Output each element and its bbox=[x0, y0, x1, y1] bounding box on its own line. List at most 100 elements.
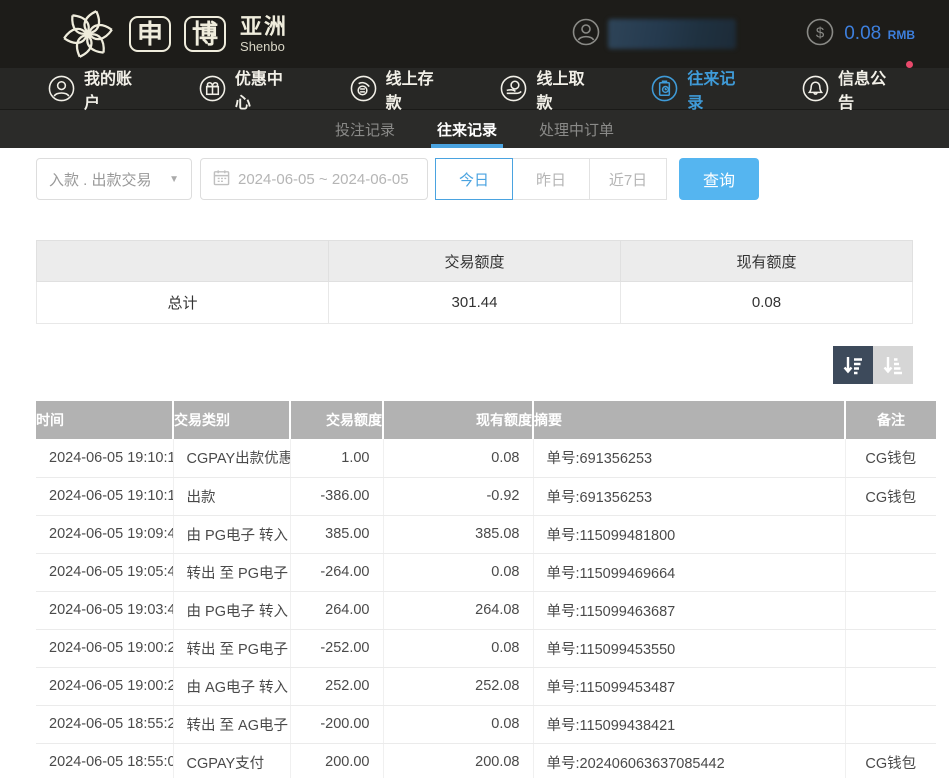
tab-pending-orders[interactable]: 处理中订单 bbox=[525, 110, 628, 148]
cell-amount: 264.00 bbox=[290, 591, 383, 629]
transactions-header-row: 时间 交易类别 交易额度 现有额度 摘要 备注 bbox=[36, 401, 936, 439]
summary-total-transaction: 301.44 bbox=[329, 282, 621, 324]
transaction-type-select[interactable]: 入款 . 出款交易 ▼ bbox=[36, 158, 192, 200]
logo-subtitle: Shenbo bbox=[240, 40, 288, 53]
date-range-input[interactable]: 2024-06-05 ~ 2024-06-05 bbox=[200, 158, 428, 200]
nav-label: 优惠中心 bbox=[235, 65, 298, 113]
cell-balance: 0.08 bbox=[383, 553, 533, 591]
nav-label: 我的账户 bbox=[84, 65, 147, 113]
cell-amount: 200.00 bbox=[290, 743, 383, 778]
cell-summary: 单号:202406063637085442 bbox=[533, 743, 845, 778]
tab-transaction-records[interactable]: 往来记录 bbox=[423, 110, 511, 148]
summary-total-row: 总计 301.44 0.08 bbox=[37, 282, 913, 324]
cell-amount: 252.00 bbox=[290, 667, 383, 705]
sort-descending-button[interactable] bbox=[833, 346, 873, 384]
withdraw-icon: $ bbox=[500, 75, 527, 102]
nav-item-transaction-records[interactable]: 往来记录 bbox=[651, 65, 750, 113]
cell-type: CGPAY出款优惠 bbox=[173, 439, 290, 477]
cell-time: 2024-06-05 19:03:42 bbox=[36, 591, 173, 629]
cell-time: 2024-06-05 19:00:23 bbox=[36, 629, 173, 667]
cell-summary: 单号:115099453550 bbox=[533, 629, 845, 667]
cell-note bbox=[845, 553, 936, 591]
balance-chip[interactable]: $ 0.08 RMB bbox=[806, 18, 915, 51]
col-header-amount: 交易额度 bbox=[290, 401, 383, 439]
cell-type: 转出 至 AG电子 bbox=[173, 705, 290, 743]
sub-nav-tabs: 投注记录 往来记录 处理中订单 bbox=[0, 110, 949, 148]
cell-note bbox=[845, 629, 936, 667]
user-icon bbox=[572, 18, 600, 51]
user-icon bbox=[48, 75, 75, 102]
cell-summary: 单号:115099469664 bbox=[533, 553, 845, 591]
cell-note bbox=[845, 667, 936, 705]
nav-item-promotions[interactable]: 优惠中心 bbox=[199, 65, 298, 113]
nav-item-withdraw[interactable]: $ 线上取款 bbox=[500, 65, 599, 113]
table-row: 2024-06-05 19:00:22 由 AG电子 转入 252.00 252… bbox=[36, 667, 936, 705]
cell-amount: 1.00 bbox=[290, 439, 383, 477]
query-button[interactable]: 查询 bbox=[679, 158, 759, 200]
site-logo[interactable]: 申 博 亚洲 Shenbo bbox=[60, 6, 288, 62]
cell-type: 由 PG电子 转入 bbox=[173, 515, 290, 553]
main-nav: 我的账户 优惠中心 线上存款 $ 线上取款 bbox=[0, 68, 949, 110]
table-row: 2024-06-05 19:00:23 转出 至 PG电子 -252.00 0.… bbox=[36, 629, 936, 667]
nav-item-my-account[interactable]: 我的账户 bbox=[48, 65, 147, 113]
bell-icon bbox=[802, 75, 829, 102]
cell-amount: -386.00 bbox=[290, 477, 383, 515]
logo-region: 亚洲 bbox=[240, 16, 288, 38]
transaction-type-value: 入款 . 出款交易 bbox=[49, 169, 152, 190]
deposit-icon bbox=[350, 75, 377, 102]
table-row: 2024-06-05 18:55:08 CGPAY支付 200.00 200.0… bbox=[36, 743, 936, 778]
cell-balance: -0.92 bbox=[383, 477, 533, 515]
transactions-body: 2024-06-05 19:10:14 CGPAY出款优惠 1.00 0.08 … bbox=[36, 439, 936, 778]
yesterday-button[interactable]: 昨日 bbox=[512, 158, 590, 200]
cell-balance: 264.08 bbox=[383, 591, 533, 629]
cell-summary: 单号:115099463687 bbox=[533, 591, 845, 629]
quick-date-group: 今日 昨日 近7日 bbox=[436, 158, 667, 200]
today-button[interactable]: 今日 bbox=[435, 158, 513, 200]
balance-amount: 0.08 bbox=[844, 23, 881, 44]
cell-summary: 单号:115099453487 bbox=[533, 667, 845, 705]
cell-balance: 200.08 bbox=[383, 743, 533, 778]
col-header-summary: 摘要 bbox=[533, 401, 845, 439]
col-header-note: 备注 bbox=[845, 401, 936, 439]
summary-header-transaction: 交易额度 bbox=[329, 241, 621, 282]
logo-region-block: 亚洲 Shenbo bbox=[240, 16, 288, 53]
table-row: 2024-06-05 19:10:14 CGPAY出款优惠 1.00 0.08 … bbox=[36, 439, 936, 477]
transactions-table: 时间 交易类别 交易额度 现有额度 摘要 备注 2024-06-05 19:10… bbox=[36, 401, 936, 778]
nav-item-deposit[interactable]: 线上存款 bbox=[350, 65, 449, 113]
cell-summary: 单号:115099438421 bbox=[533, 705, 845, 743]
summary-header-empty bbox=[37, 241, 329, 282]
nav-label: 往来记录 bbox=[687, 65, 750, 113]
sort-ascending-button[interactable] bbox=[873, 346, 913, 384]
cell-balance: 385.08 bbox=[383, 515, 533, 553]
cell-type: 由 AG电子 转入 bbox=[173, 667, 290, 705]
logo-char-2: 博 bbox=[184, 16, 226, 52]
dollar-coin-icon: $ bbox=[806, 18, 834, 51]
cell-note bbox=[845, 515, 936, 553]
cell-type: 转出 至 PG电子 bbox=[173, 629, 290, 667]
records-icon bbox=[651, 75, 678, 102]
last7days-button[interactable]: 近7日 bbox=[589, 158, 667, 200]
logo-char-1: 申 bbox=[129, 16, 171, 52]
nav-label: 信息公告 bbox=[838, 65, 901, 113]
cell-time: 2024-06-05 19:10:14 bbox=[36, 439, 173, 477]
sort-controls bbox=[36, 346, 913, 384]
cell-note bbox=[845, 705, 936, 743]
nav-item-announcements[interactable]: 信息公告 bbox=[802, 65, 901, 113]
cell-type: 由 PG电子 转入 bbox=[173, 591, 290, 629]
user-account-chip[interactable] bbox=[572, 18, 736, 51]
cell-summary: 单号:691356253 bbox=[533, 477, 845, 515]
date-range-value: 2024-06-05 ~ 2024-06-05 bbox=[238, 171, 409, 188]
gift-icon bbox=[199, 75, 226, 102]
table-row: 2024-06-05 18:55:22 转出 至 AG电子 -200.00 0.… bbox=[36, 705, 936, 743]
cell-amount: 385.00 bbox=[290, 515, 383, 553]
cell-amount: -264.00 bbox=[290, 553, 383, 591]
cell-balance: 0.08 bbox=[383, 629, 533, 667]
notification-badge-dot bbox=[906, 61, 913, 68]
col-header-type: 交易类别 bbox=[173, 401, 290, 439]
filter-row: 入款 . 出款交易 ▼ 2024-06-05 ~ 2024-06-05 今日 昨… bbox=[36, 158, 913, 200]
calendar-icon bbox=[213, 169, 230, 190]
cell-type: 出款 bbox=[173, 477, 290, 515]
tab-betting-records[interactable]: 投注记录 bbox=[321, 110, 409, 148]
cell-note: CG钱包 bbox=[845, 439, 936, 477]
cell-balance: 252.08 bbox=[383, 667, 533, 705]
